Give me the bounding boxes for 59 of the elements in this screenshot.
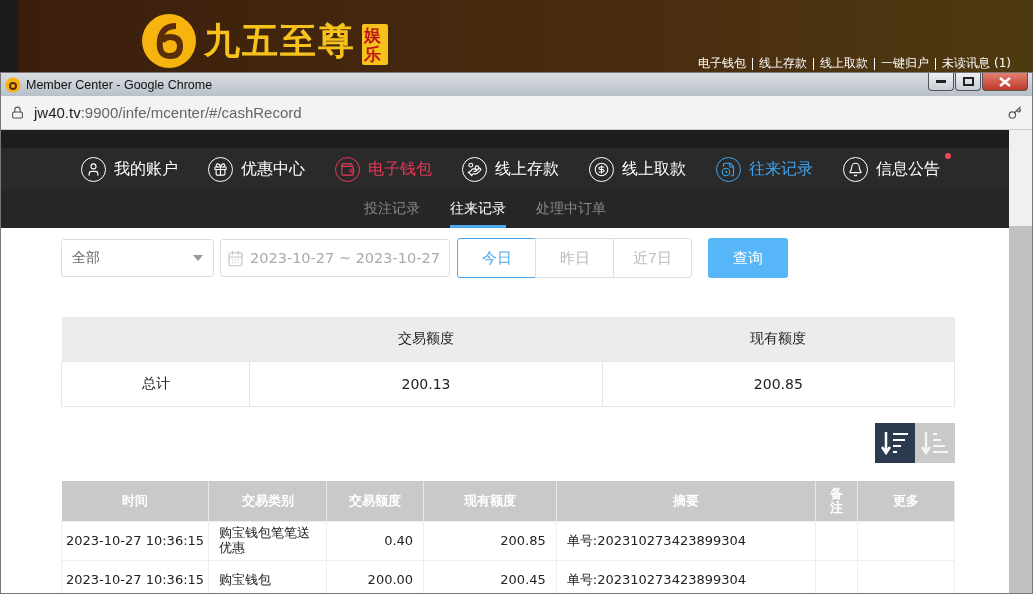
table-cell: 单号:202310273423899304 (556, 521, 816, 561)
table-cell: 200.13 (249, 361, 603, 407)
hand-coins-icon (467, 161, 482, 177)
column-header: 交易额度 (249, 317, 603, 362)
nav-item[interactable]: 电子钱包 (335, 156, 432, 182)
minimize-button[interactable] (928, 73, 954, 91)
site-icon (5, 76, 21, 93)
type-select[interactable]: 全部 (61, 239, 214, 277)
nav-item[interactable]: 线上取款 (589, 156, 686, 182)
site-link[interactable]: 一键归户 (881, 55, 930, 72)
window-title: Member Center - Google Chrome (26, 77, 213, 92)
close-button[interactable] (982, 73, 1028, 91)
column-header: 现有额度 (602, 317, 955, 362)
document-clock-icon (721, 161, 736, 177)
site-link[interactable]: 线上存款 (759, 55, 808, 72)
nav-item[interactable]: 我的账户 (81, 156, 178, 182)
scrollbar[interactable] (1009, 130, 1032, 593)
key-icon[interactable] (1008, 105, 1022, 120)
nav-item[interactable]: 优惠中心 (208, 156, 305, 182)
minimize-icon (936, 79, 946, 84)
address-field[interactable]: jw40.tv:9900/infe/mcenter/#/cashRecord (34, 104, 302, 121)
nav-item[interactable]: 往来记录 (716, 156, 813, 182)
link-divider (874, 57, 876, 70)
maximize-icon (962, 77, 974, 86)
link-divider (935, 57, 937, 70)
maximize-button[interactable] (955, 73, 981, 91)
wallet-icon (340, 161, 355, 177)
scrollbar-thumb[interactable] (1009, 226, 1032, 593)
close-icon (999, 76, 1011, 87)
table-cell: 2023-10-27 10:36:15 (61, 560, 209, 593)
logo-icon (140, 12, 198, 70)
site-link[interactable]: 线上取款 (820, 55, 869, 72)
sub-tab[interactable]: 处理中订单 (536, 190, 606, 228)
logo-tag: 娱乐 (362, 24, 388, 66)
table-cell: 总计 (61, 361, 250, 407)
sort-button[interactable] (875, 423, 915, 463)
calendar-icon (227, 249, 244, 267)
site-link[interactable]: 电子钱包 (698, 55, 747, 72)
side-strip (0, 0, 18, 72)
caret-icon (193, 255, 203, 261)
user-icon (86, 161, 101, 177)
site-link[interactable]: 未读讯息 (1) (942, 55, 1011, 72)
nav-item[interactable]: 线上存款 (462, 156, 559, 182)
nav-item[interactable]: 信息公告 (843, 156, 940, 182)
table-cell: 200.85 (423, 521, 557, 561)
lock-icon (11, 106, 24, 119)
sub-tab[interactable]: 投注记录 (364, 190, 420, 228)
table-cell: 0.40 (326, 521, 424, 561)
sort-descending-icon (881, 430, 909, 456)
table-cell: 200.85 (602, 361, 955, 407)
logo-name: 九五至尊 (204, 18, 356, 63)
bell-icon (848, 161, 863, 177)
link-divider (752, 57, 754, 70)
link-divider (813, 57, 815, 70)
sort-ascending-icon (921, 430, 949, 456)
dollar-coin-icon (594, 161, 609, 177)
table-cell: 购宝钱包笔笔送优惠 (208, 521, 327, 561)
table-cell: 2023-10-27 10:36:15 (61, 521, 209, 561)
gift-icon (213, 161, 228, 177)
